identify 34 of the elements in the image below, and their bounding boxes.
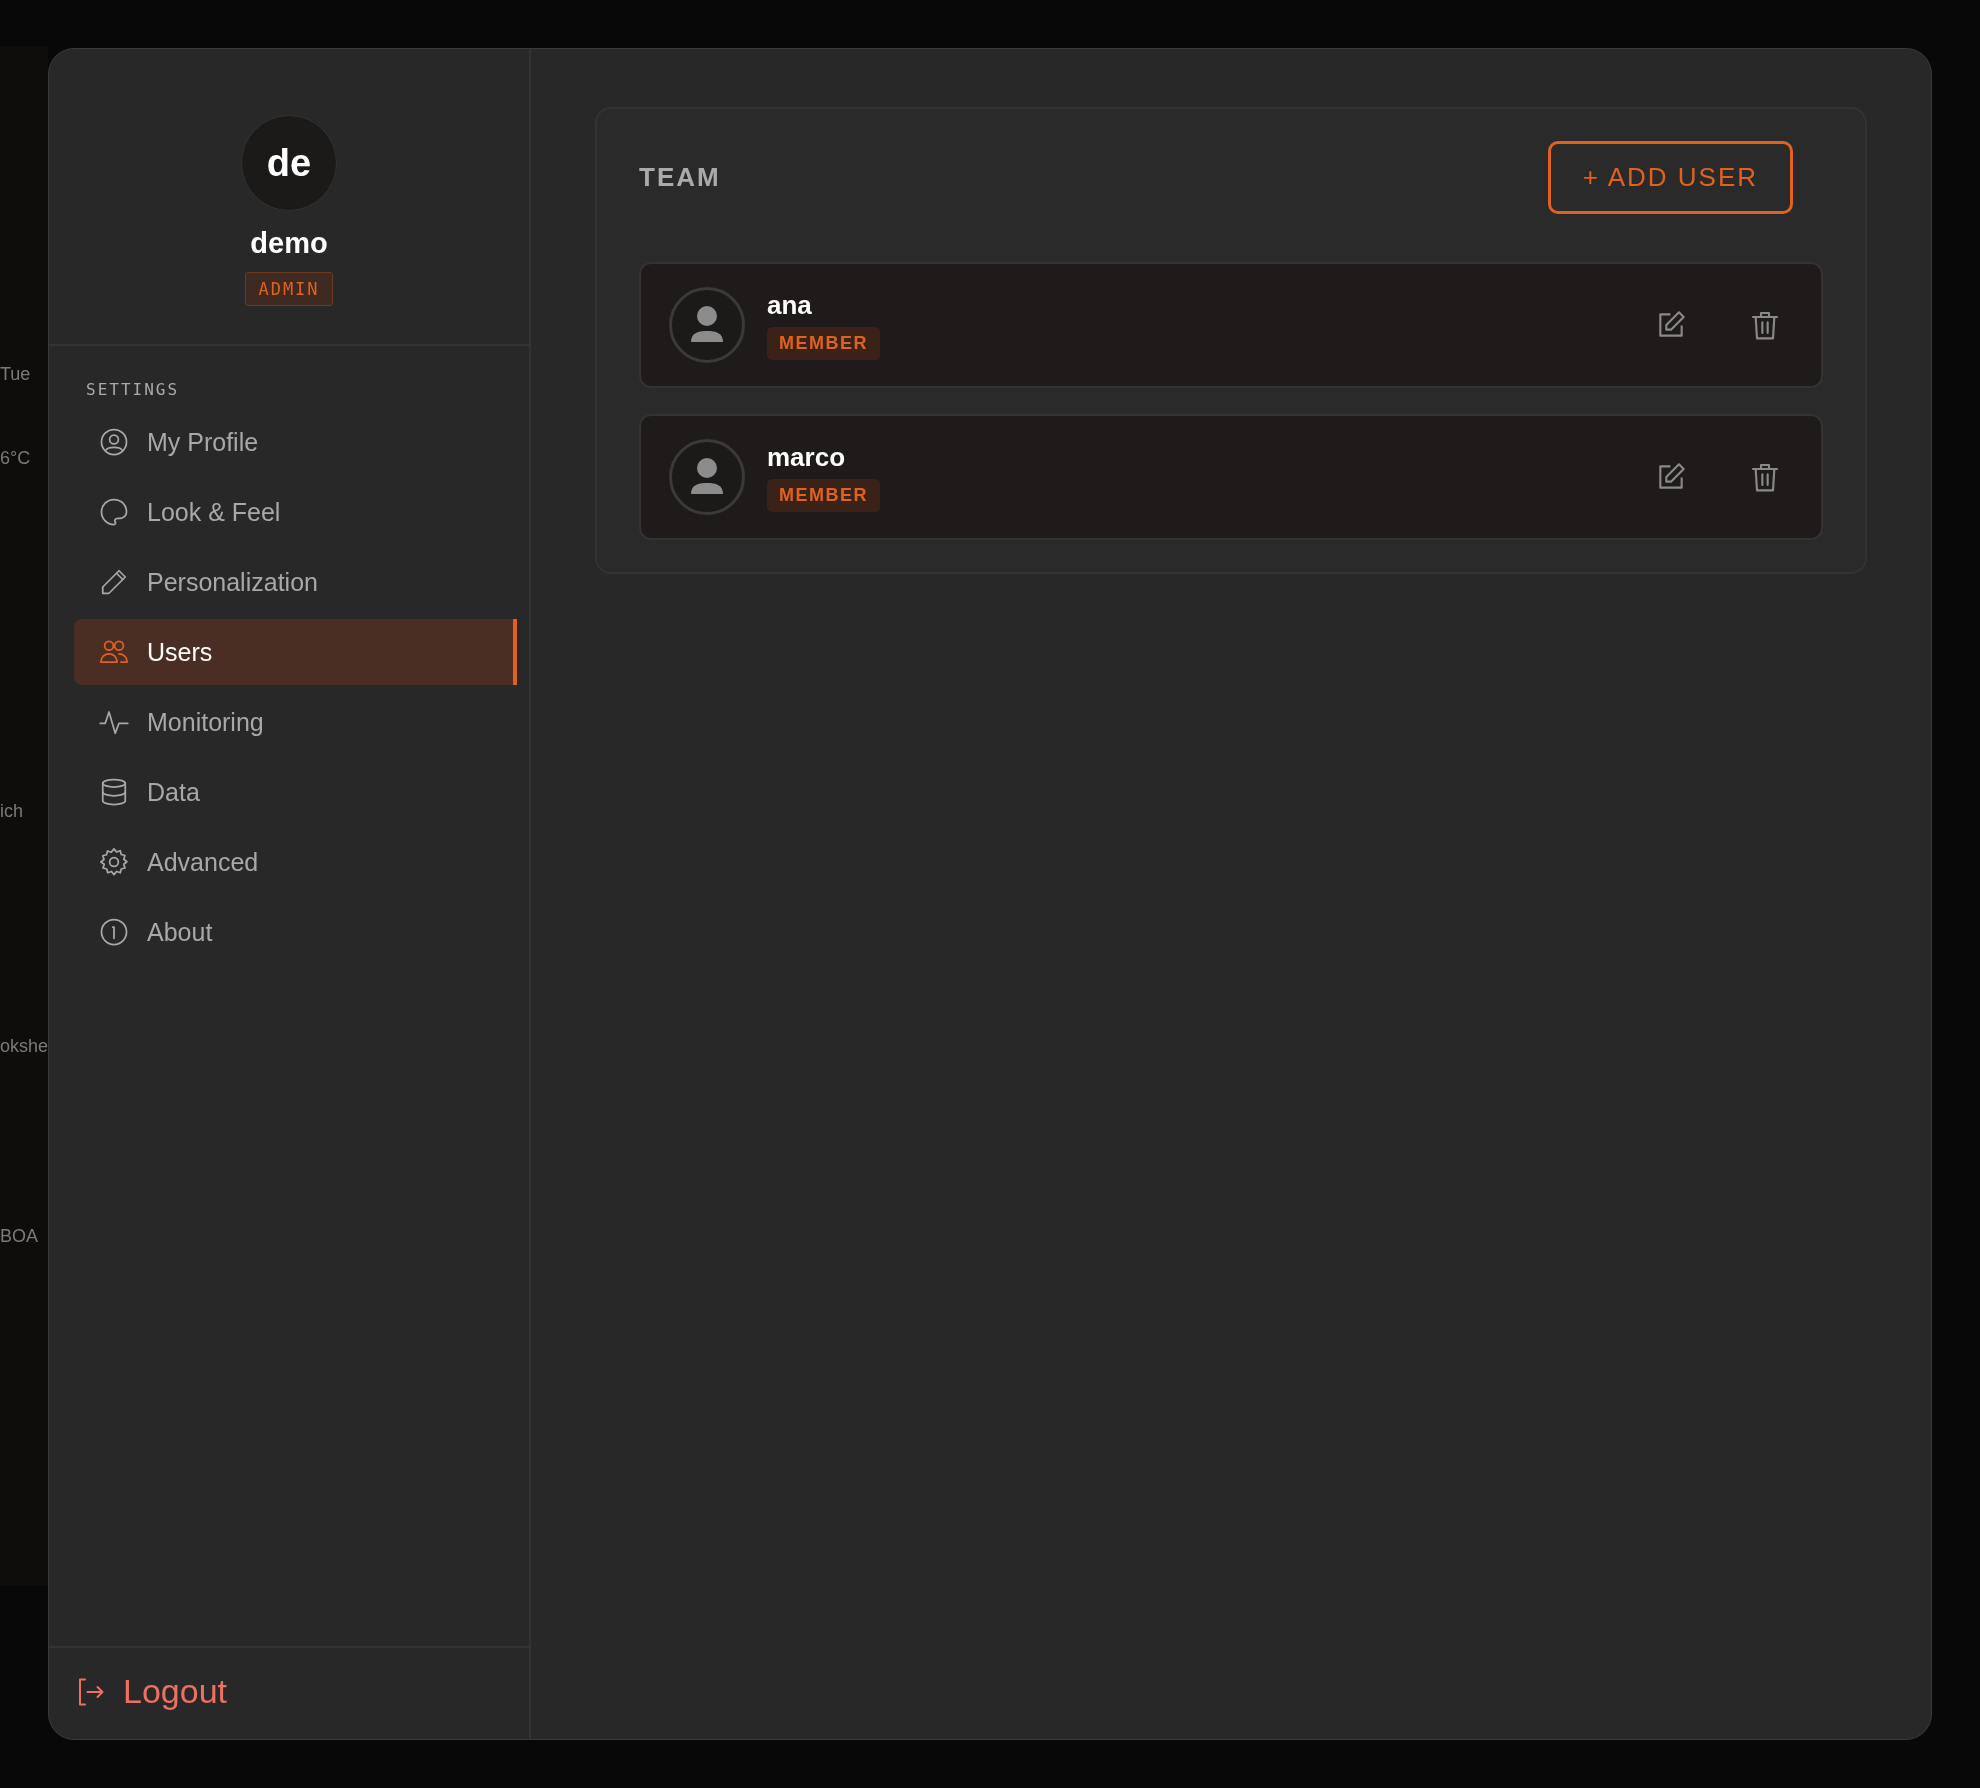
section-heading: SETTINGS: [86, 380, 181, 399]
gear-icon: [99, 847, 129, 877]
background-text: BOA: [0, 1226, 38, 1247]
sidebar-item[interactable]: Advanced: [74, 829, 517, 895]
background-text: okshe: [0, 1036, 49, 1057]
sidebar-item[interactable]: Users: [74, 619, 517, 685]
pencil-icon: [99, 567, 129, 597]
background-text: ich: [0, 801, 23, 822]
profile-icon: [99, 427, 129, 457]
user-avatar-icon: [669, 439, 745, 515]
trash-icon[interactable]: [1749, 461, 1781, 493]
panel-title: TEAM: [639, 162, 721, 193]
avatar: de: [241, 115, 337, 211]
background-text: 6°C: [0, 448, 31, 469]
sidebar-item[interactable]: Monitoring: [74, 689, 517, 755]
role-badge: ADMIN: [245, 272, 333, 306]
user-avatar-icon: [669, 287, 745, 363]
background-text: Tue: [0, 364, 31, 385]
role-badge: MEMBER: [767, 479, 880, 512]
sidebar-item[interactable]: Look & Feel: [74, 479, 517, 545]
database-icon: [99, 777, 129, 807]
role-badge: MEMBER: [767, 327, 880, 360]
trash-icon[interactable]: [1749, 309, 1781, 341]
user-name: ana: [767, 290, 812, 321]
user-name: marco: [767, 442, 846, 473]
sidebar-item[interactable]: Data: [74, 759, 517, 825]
sidebar-item[interactable]: My Profile: [74, 409, 517, 475]
sidebar-item[interactable]: Personalization: [74, 549, 517, 615]
logout-button[interactable]: Logout: [75, 1672, 227, 1711]
palette-icon: [99, 497, 129, 527]
sidebar-item[interactable]: About: [74, 899, 517, 965]
add-user-button[interactable]: + ADD USER: [1547, 141, 1793, 214]
user-name: demo: [250, 227, 328, 260]
info-icon: [99, 917, 129, 947]
